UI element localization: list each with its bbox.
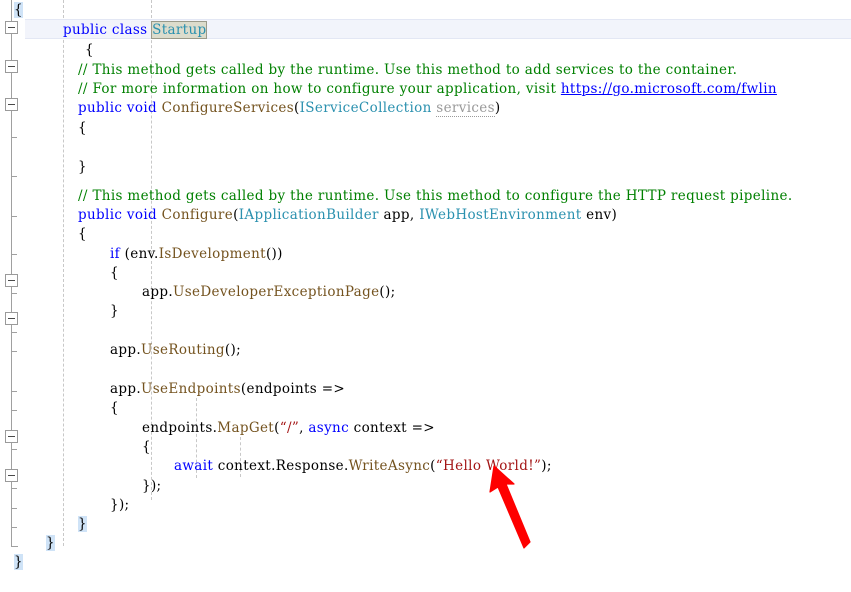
code-token: if [110,246,125,262]
code-token: // For more information on how to config… [78,81,561,97]
code-line[interactable]: app.UseDeveloperExceptionPage(); [142,282,396,302]
code-token: IWebHostEnvironment [419,207,582,223]
code-token: IApplicationBuilder [238,207,379,223]
code-token: } [78,516,87,532]
code-line[interactable]: } [110,301,119,321]
code-token: , [299,420,309,436]
code-token: }); [110,497,130,513]
code-text-surface[interactable]: { public class Startup { // This method get… [0,0,851,592]
code-line[interactable]: { [142,437,151,457]
code-token: ConfigureServices [161,100,294,116]
code-token: UseRouting [141,342,225,358]
code-token: }); [142,478,162,494]
code-token: UseEndpoints [141,381,241,397]
code-line[interactable]: await context.Response.WriteAsync(“Hello… [174,456,552,476]
code-token: env) [581,207,618,223]
code-token: https://go.microsoft.com/fwlin [560,81,777,97]
code-line[interactable]: public void Configure(IApplicationBuilde… [78,205,617,225]
code-token: endpoints. [142,420,218,436]
code-token: { [78,226,87,242]
code-line[interactable]: } [78,514,87,534]
code-token: ()) [265,246,283,262]
code-line[interactable]: { [78,224,87,244]
code-token: WriteAsync [348,458,431,474]
code-line[interactable]: { [14,0,23,20]
code-token: } [14,554,23,570]
code-token: “Hello World!” [435,458,542,474]
code-token: public void [78,100,162,116]
code-token: app. [142,284,174,300]
code-token: public class [63,22,153,38]
code-line[interactable]: } [78,157,87,177]
code-token: IServiceCollection [299,100,432,116]
code-token: UseDeveloperExceptionPage [173,284,380,300]
code-token: ) [494,100,501,116]
code-line[interactable]: { [85,40,94,60]
code-line[interactable]: // This method gets called by the runtim… [78,60,737,80]
code-token: public void [78,207,162,223]
code-token: MapGet [217,420,275,436]
code-token: app. [110,342,142,358]
code-token: Response [275,458,344,474]
code-line[interactable]: { [78,118,87,138]
code-token: => [321,381,346,397]
code-token: context => [349,420,435,436]
code-line[interactable]: }); [110,495,129,515]
code-token: { [78,120,87,136]
code-token: { [85,42,94,58]
code-token: Configure [161,207,234,223]
code-token: { [110,265,119,281]
code-token: // This method gets called by the runtim… [78,188,793,204]
code-token: context. [213,458,276,474]
code-line[interactable]: endpoints.MapGet(“/”, async context => [142,418,435,438]
code-token: ); [541,458,552,474]
code-token: (); [379,284,396,300]
code-token: } [110,303,119,319]
code-token: Startup [151,21,208,39]
code-line[interactable]: } [14,552,23,572]
code-token: “/” [279,420,300,436]
code-line[interactable]: if (env.IsDevelopment()) [110,244,283,264]
code-line[interactable]: } [46,533,55,553]
code-token: (); [224,342,242,358]
code-token: { [142,439,151,455]
code-token: app. [110,381,142,397]
code-token: { [110,400,119,416]
code-token: { [14,2,23,18]
code-line[interactable]: }); [142,476,161,496]
code-line[interactable]: { [110,263,119,283]
code-line[interactable]: { [110,398,119,418]
code-token: services [436,100,495,117]
code-line[interactable]: app.UseEndpoints(endpoints => [110,379,345,399]
code-token: async [308,420,350,436]
code-line[interactable]: app.UseRouting(); [110,340,241,360]
code-token: } [46,535,55,551]
code-token: IsDevelopment [158,246,266,262]
code-token: await [174,458,214,474]
code-editor[interactable]: { public class Startup { // This method get… [0,0,851,592]
code-token: (env. [124,246,159,262]
code-token: app, [378,207,420,223]
code-line[interactable]: public class Startup [63,20,208,40]
code-token: (endpoints [240,381,322,397]
code-token: // This method gets called by the runtim… [78,62,738,78]
code-line[interactable]: // For more information on how to config… [78,79,777,99]
code-line[interactable]: public void ConfigureServices(IServiceCo… [78,98,501,118]
code-token: } [78,159,87,175]
code-line[interactable]: // This method gets called by the runtim… [78,186,793,206]
